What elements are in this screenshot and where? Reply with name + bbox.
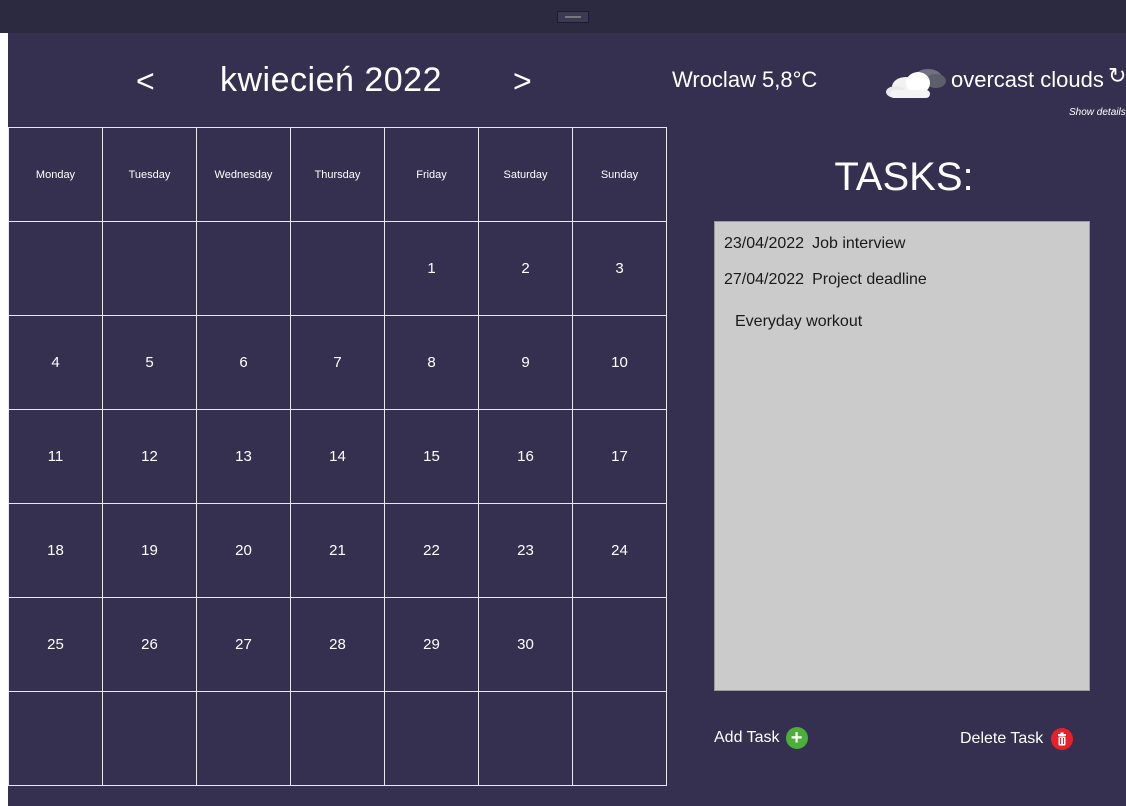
task-date: 27/04/2022: [724, 271, 805, 288]
calendar-day-cell[interactable]: 15: [384, 409, 479, 504]
refresh-icon[interactable]: ↻: [1108, 63, 1126, 89]
calendar-day-cell[interactable]: 20: [196, 503, 291, 598]
calendar-empty-cell: [384, 691, 479, 786]
task-actions: Add Task + Delete Task: [714, 723, 1094, 757]
calendar-empty-cell: [8, 221, 103, 316]
weekday-header: Thursday: [290, 127, 385, 222]
task-item[interactable]: 23/04/2022 Job interview: [715, 230, 1089, 258]
calendar-day-cell[interactable]: 10: [572, 315, 667, 410]
calendar-empty-cell: [196, 691, 291, 786]
calendar-empty-cell: [8, 691, 103, 786]
calendar-day-cell[interactable]: 19: [102, 503, 197, 598]
task-name: Everyday workout: [735, 313, 863, 330]
calendar-week-row: 4 5 6 7 8 9 10: [8, 315, 667, 410]
calendar-week-row: 18 19 20 21 22 23 24: [8, 503, 667, 598]
calendar-day-cell[interactable]: 29: [384, 597, 479, 692]
add-task-label: Add Task: [714, 729, 780, 746]
calendar-week-row: 11 12 13 14 15 16 17: [8, 409, 667, 504]
month-label: kwiecień 2022: [220, 61, 442, 99]
calendar-day-cell[interactable]: 27: [196, 597, 291, 692]
calendar-day-cell[interactable]: 21: [290, 503, 385, 598]
calendar-day-cell[interactable]: 28: [290, 597, 385, 692]
calendar-table: Monday Tuesday Wednesday Thursday Friday Satu…: [8, 127, 667, 786]
weather-city-temperature: Wroclaw 5,8°C: [672, 67, 818, 92]
calendar-day-cell[interactable]: 13: [196, 409, 291, 504]
calendar-day-cell[interactable]: 25: [8, 597, 103, 692]
calendar-day-cell[interactable]: 12: [102, 409, 197, 504]
previous-month-button[interactable]: <: [136, 63, 155, 100]
calendar-empty-cell: [102, 221, 197, 316]
add-task-button[interactable]: Add Task +: [714, 727, 808, 749]
calendar-day-cell[interactable]: 1: [384, 221, 479, 316]
weekday-header-row: Monday Tuesday Wednesday Thursday Friday Satu…: [8, 127, 667, 222]
calendar-empty-cell: [478, 691, 573, 786]
calendar-empty-cell: [290, 691, 385, 786]
calendar-day-cell[interactable]: 9: [478, 315, 573, 410]
calendar-grid: Monday Tuesday Wednesday Thursday Friday Satu…: [8, 127, 668, 787]
calendar-day-cell[interactable]: 22: [384, 503, 479, 598]
task-date: 23/04/2022: [724, 235, 805, 252]
cloud-icon: [886, 69, 946, 98]
calendar-empty-cell: [196, 221, 291, 316]
calendar-day-cell[interactable]: 6: [196, 315, 291, 410]
plus-icon: +: [785, 727, 808, 749]
weather-widget: Wroclaw 5,8°C overcast clouds ↻ Show det…: [672, 63, 1126, 123]
calendar-day-cell[interactable]: 2: [478, 221, 573, 316]
calendar-day-cell[interactable]: 30: [478, 597, 573, 692]
task-name: Project deadline: [812, 271, 927, 288]
weekday-header: Wednesday: [196, 127, 291, 222]
calendar-day-cell[interactable]: 7: [290, 315, 385, 410]
weekday-header: Tuesday: [102, 127, 197, 222]
delete-task-label: Delete Task: [960, 730, 1044, 747]
calendar-day-cell[interactable]: 16: [478, 409, 573, 504]
show-details-link[interactable]: Show details: [1069, 107, 1126, 118]
calendar-day-cell[interactable]: 14: [290, 409, 385, 504]
calendar-day-cell[interactable]: 5: [102, 315, 197, 410]
calendar-empty-cell: [572, 691, 667, 786]
weekday-header: Sunday: [572, 127, 667, 222]
task-item[interactable]: 27/04/2022 Project deadline: [715, 266, 1089, 294]
window-titlebar[interactable]: [0, 0, 1126, 33]
tasks-title: TASKS:: [834, 155, 974, 199]
calendar-week-row: 123: [8, 221, 667, 316]
app-window: < kwiecień 2022 > Wroclaw 5,8°C overcast…: [8, 33, 1126, 806]
calendar-empty-cell: [290, 221, 385, 316]
calendar-week-row: [8, 691, 667, 786]
calendar-day-cell[interactable]: 24: [572, 503, 667, 598]
calendar-day-cell[interactable]: 23: [478, 503, 573, 598]
calendar-day-cell[interactable]: 8: [384, 315, 479, 410]
calendar-day-cell[interactable]: 11: [8, 409, 103, 504]
calendar-day-cell[interactable]: 4: [8, 315, 103, 410]
weekday-header: Saturday: [478, 127, 573, 222]
calendar-empty-cell: [572, 597, 667, 692]
calendar-day-cell[interactable]: 17: [572, 409, 667, 504]
calendar-day-cell[interactable]: 26: [102, 597, 197, 692]
next-month-button[interactable]: >: [513, 63, 532, 100]
delete-task-button[interactable]: Delete Task: [960, 727, 1074, 751]
calendar-empty-cell: [102, 691, 197, 786]
trash-icon: [1051, 728, 1074, 750]
weather-description: overcast clouds: [951, 67, 1104, 92]
calendar-day-cell[interactable]: 18: [8, 503, 103, 598]
drag-handle-icon[interactable]: [557, 11, 589, 23]
weekday-header: Friday: [384, 127, 479, 222]
weekday-header: Monday: [8, 127, 103, 222]
calendar-day-cell[interactable]: 3: [572, 221, 667, 316]
month-navigation: < kwiecień 2022 >: [8, 59, 675, 109]
task-list[interactable]: 23/04/2022 Job interview 27/04/2022 Projec…: [714, 221, 1090, 691]
task-name: Job interview: [812, 235, 906, 252]
task-item[interactable]: Everyday workout: [715, 308, 1089, 336]
calendar-week-row: 25 26 27 28 29 30: [8, 597, 667, 692]
